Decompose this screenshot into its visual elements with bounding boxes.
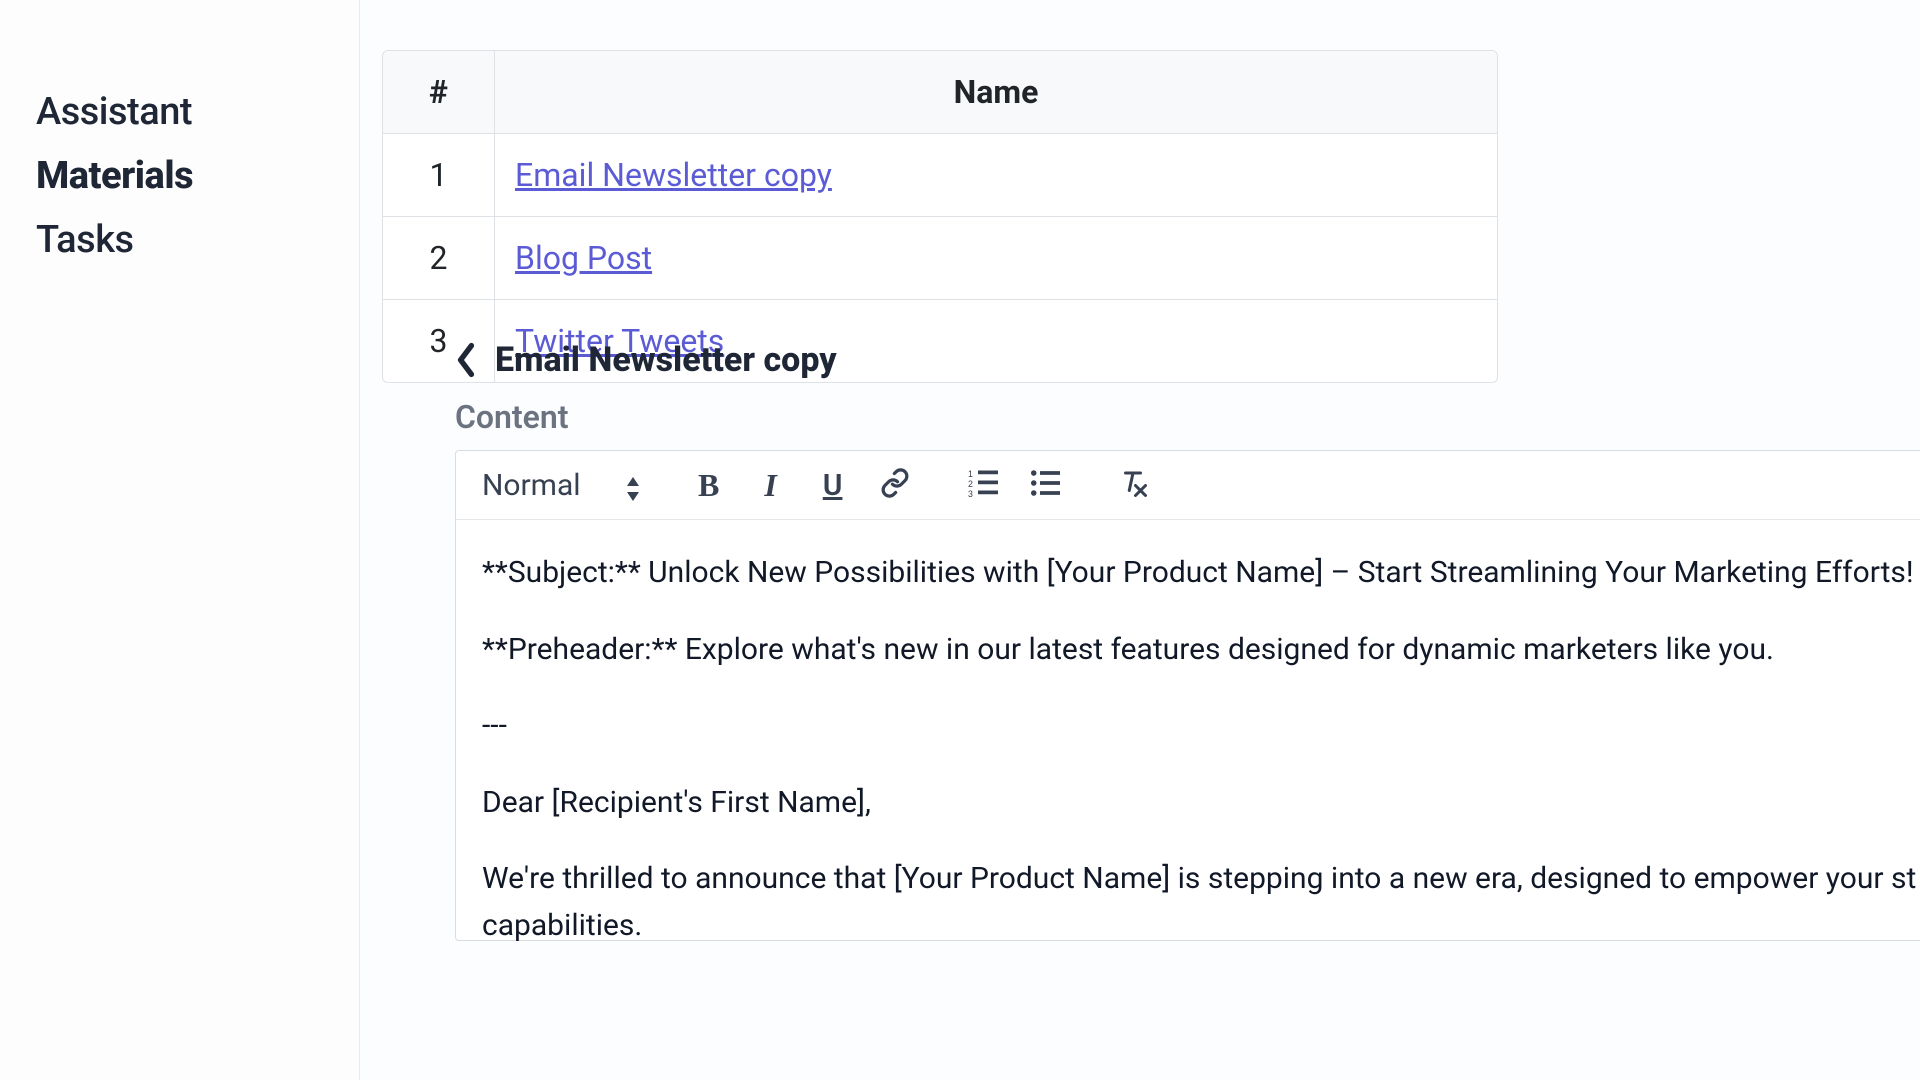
editor-toolbar: Normal B I U (456, 451, 1920, 520)
sidebar-item-tasks[interactable]: Tasks (36, 208, 323, 272)
select-caret-icon (625, 474, 641, 496)
format-select[interactable]: Normal (482, 468, 641, 503)
clear-format-icon (1118, 468, 1148, 502)
sidebar: Assistant Materials Tasks (0, 0, 360, 1080)
link-button[interactable] (875, 465, 915, 505)
editor-body[interactable]: **Subject:** Unlock New Possibilities wi… (456, 520, 1920, 940)
rich-text-editor: Normal B I U (455, 450, 1920, 941)
unordered-list-button[interactable] (1025, 465, 1065, 505)
row-num: 1 (383, 134, 495, 217)
unordered-list-icon (1030, 468, 1060, 502)
format-select-label: Normal (482, 468, 581, 503)
materials-table: # Name 1 Email Newsletter copy 2 Blog Po… (382, 50, 1498, 383)
row-name-cell: Blog Post (495, 217, 1497, 300)
main-content: # Name 1 Email Newsletter copy 2 Blog Po… (360, 0, 1920, 1080)
underline-icon: U (823, 468, 843, 503)
sidebar-item-materials[interactable]: Materials (36, 144, 323, 208)
material-link-email-newsletter[interactable]: Email Newsletter copy (515, 156, 832, 194)
section-label-content: Content (455, 398, 1920, 436)
italic-button[interactable]: I (751, 465, 791, 505)
bold-icon: B (698, 467, 719, 504)
clear-format-button[interactable] (1113, 465, 1153, 505)
back-icon[interactable] (455, 342, 477, 378)
row-num: 2 (383, 217, 495, 300)
bold-button[interactable]: B (689, 465, 729, 505)
sidebar-item-assistant[interactable]: Assistant (36, 80, 323, 144)
ordered-list-icon: 1 2 3 (968, 468, 998, 502)
detail-panel: Email Newsletter copy Content Normal (455, 340, 1920, 941)
table-header-num: # (383, 51, 495, 134)
svg-text:3: 3 (968, 489, 973, 498)
italic-icon: I (764, 467, 776, 504)
link-icon (880, 468, 910, 502)
table-row: 2 Blog Post (383, 217, 1497, 300)
ordered-list-button[interactable]: 1 2 3 (963, 465, 1003, 505)
editor-line: --- (482, 703, 1920, 750)
editor-line: **Subject:** Unlock New Possibilities wi… (482, 550, 1920, 597)
detail-title: Email Newsletter copy (495, 340, 837, 380)
table-header-name: Name (495, 51, 1497, 134)
material-link-blog-post[interactable]: Blog Post (515, 239, 652, 277)
svg-text:2: 2 (968, 479, 973, 489)
svg-text:1: 1 (968, 469, 973, 479)
editor-line: Dear [Recipient's First Name], (482, 780, 1920, 827)
toolbar-group-inline: B I U (689, 465, 915, 505)
editor-line: We're thrilled to announce that [Your Pr… (482, 856, 1920, 949)
app-root: Assistant Materials Tasks # Name 1 Email… (0, 0, 1920, 1080)
toolbar-group-list: 1 2 3 (963, 465, 1065, 505)
row-name-cell: Email Newsletter copy (495, 134, 1497, 217)
table-header-row: # Name (383, 51, 1497, 134)
table-row: 1 Email Newsletter copy (383, 134, 1497, 217)
editor-line: **Preheader:** Explore what's new in our… (482, 627, 1920, 674)
toolbar-group-clear (1113, 465, 1153, 505)
detail-header: Email Newsletter copy (455, 340, 1920, 380)
underline-button[interactable]: U (813, 465, 853, 505)
